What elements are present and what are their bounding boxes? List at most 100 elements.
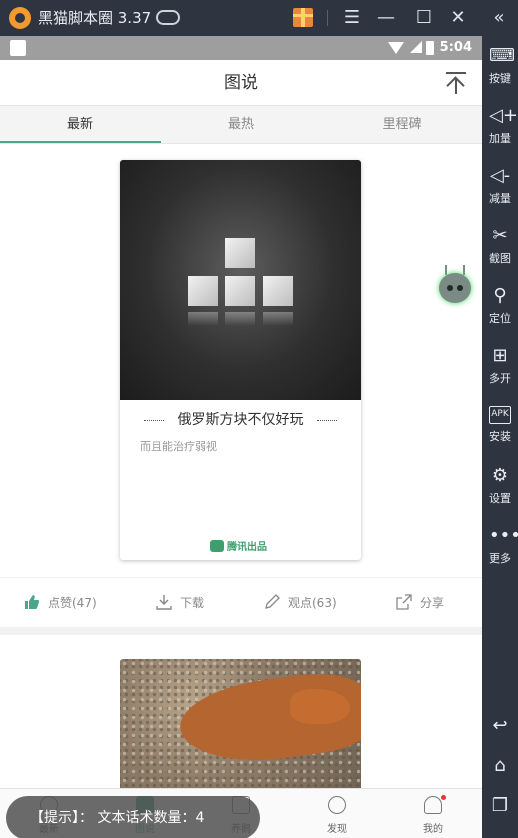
nav-recents-button[interactable]: ❐	[482, 796, 518, 820]
nav-item-mine[interactable]: 我的	[385, 794, 481, 835]
android-screen: 5:04 图说 最新 最热 里程碑 俄罗斯方块不仅好玩 而且能治疗弱视 腾讯出品…	[0, 36, 482, 838]
volume-up-icon: ◁+	[489, 105, 518, 126]
android-statusbar: 5:04	[0, 36, 482, 60]
download-button[interactable]: 下载	[156, 592, 204, 614]
menu-icon[interactable]: ☰	[340, 6, 364, 30]
sidebar-item-label: 加量	[489, 132, 511, 145]
tetris-block	[225, 238, 255, 268]
brand-label: 腾讯出品	[227, 542, 267, 553]
keyboard-icon: ⌨	[489, 45, 515, 66]
apk-install-icon: APK	[489, 406, 511, 424]
app-header: 图说	[0, 60, 482, 106]
brand-badge: 腾讯出品	[210, 540, 267, 556]
tab-milestone[interactable]: 里程碑	[322, 106, 482, 144]
recents-icon: ❐	[491, 795, 509, 816]
sidebar-item-volume-up[interactable]: ◁+ 加量	[482, 106, 518, 146]
location-pin-icon: ⚲	[493, 285, 507, 306]
notification-dot	[441, 795, 446, 800]
sidebar-item-label: 按键	[489, 72, 511, 85]
sidebar-item-label: 定位	[489, 312, 511, 325]
penguin-logo-icon	[210, 540, 224, 552]
maximize-icon[interactable]: ☐	[412, 6, 436, 30]
sidebar-item-settings[interactable]: ⚙ 设置	[482, 466, 518, 506]
wifi-icon	[388, 42, 404, 54]
sidebar-item-label: 截图	[489, 252, 511, 265]
card-actions: 点赞(47) 下载 观点(63) 分享	[0, 577, 482, 627]
nav-home-button[interactable]: ⌂	[482, 756, 518, 780]
sidebar-item-label: 安装	[489, 430, 511, 443]
more-dots-icon: •••	[489, 525, 518, 546]
tab-latest[interactable]: 最新	[0, 106, 160, 144]
lizard-head	[290, 689, 350, 724]
download-label: 下载	[180, 596, 205, 610]
nav-back-button[interactable]: ↩	[482, 716, 518, 740]
battery-icon	[426, 41, 434, 55]
post-card-image[interactable]	[120, 659, 361, 809]
status-time: 5:04	[439, 40, 472, 55]
block-reflection	[225, 312, 255, 326]
sidebar-item-multi[interactable]: ⊞ 多开	[482, 346, 518, 386]
emulator-titlebar: 黑猫脚本圈 3.37 ☰ — ☐ ✕ «	[0, 0, 518, 36]
sidebar-item-keys[interactable]: ⌨ 按键	[482, 46, 518, 86]
floating-robot-icon[interactable]	[437, 265, 473, 307]
robot-eye	[447, 285, 453, 291]
tetris-block	[225, 276, 255, 306]
close-icon[interactable]: ✕	[446, 6, 470, 30]
card-description: 而且能治疗弱视	[140, 440, 217, 453]
sidebar-item-install[interactable]: APK 安装	[482, 406, 518, 444]
scroll-to-top-icon[interactable]	[446, 70, 468, 94]
title-dots-right	[317, 420, 337, 421]
collapse-sidebar-icon[interactable]: «	[487, 6, 511, 30]
sidebar-item-more[interactable]: ••• 更多	[482, 526, 518, 566]
comment-count: 观点(63)	[288, 596, 337, 610]
gift-icon[interactable]	[293, 8, 313, 27]
notification-icon	[10, 40, 26, 56]
robot-eye	[457, 285, 463, 291]
sidebar-item-location[interactable]: ⚲ 定位	[482, 286, 518, 326]
robot-body	[439, 273, 471, 303]
robot-antenna	[445, 265, 447, 275]
user-icon	[424, 796, 442, 814]
share-label: 分享	[420, 596, 445, 610]
toast-message: 【提示】： 文本话术数量：4	[6, 796, 260, 838]
sidebar-item-label: 多开	[489, 372, 511, 385]
volume-down-icon: ◁-	[489, 165, 511, 186]
sidebar-item-label: 减量	[489, 192, 511, 205]
gamepad-icon[interactable]	[156, 10, 180, 25]
titlebar-divider	[327, 10, 328, 26]
feed: 俄罗斯方块不仅好玩 而且能治疗弱视 腾讯出品 点赞(47) 下载 观点(63) …	[0, 145, 482, 838]
tab-hottest[interactable]: 最热	[161, 106, 321, 144]
run-overlay-label: 开始运行	[210, 638, 271, 656]
card-cover-image	[120, 160, 361, 400]
sidebar-item-label: 更多	[489, 552, 511, 565]
tab-bar: 最新 最热 里程碑	[0, 106, 482, 144]
post-card[interactable]: 俄罗斯方块不仅好玩 而且能治疗弱视 腾讯出品	[120, 160, 361, 560]
sidebar-item-volume-down[interactable]: ◁- 减量	[482, 166, 518, 206]
compass-icon	[328, 796, 346, 814]
emulator-title: 黑猫脚本圈 3.37	[38, 9, 152, 27]
share-icon	[396, 594, 412, 610]
back-arrow-icon: ↩	[492, 715, 508, 736]
thumbs-up-icon	[25, 595, 40, 609]
robot-antenna	[463, 265, 465, 275]
comment-button[interactable]: 观点(63)	[264, 592, 337, 614]
block-reflection	[188, 312, 218, 326]
minimize-icon[interactable]: —	[374, 6, 398, 30]
home-icon: ⌂	[494, 755, 506, 776]
sidebar-item-label: 设置	[489, 492, 511, 505]
section-divider	[0, 627, 482, 635]
emulator-sidebar: ⌨ 按键 ◁+ 加量 ◁- 减量 ✂ 截图 ⚲ 定位 ⊞ 多开 APK 安装 ⚙…	[482, 36, 518, 838]
block-reflection	[263, 312, 293, 326]
like-button[interactable]: 点赞(47)	[24, 592, 97, 614]
download-icon	[156, 595, 172, 610]
nav-label: 发现	[327, 824, 347, 835]
sidebar-item-screenshot[interactable]: ✂ 截图	[482, 226, 518, 266]
nav-item-discover[interactable]: 发现	[289, 794, 385, 835]
tab-indicator	[0, 141, 161, 143]
app-logo-icon	[9, 7, 31, 29]
multi-window-icon: ⊞	[492, 345, 508, 366]
tetris-block	[188, 276, 218, 306]
nav-label: 我的	[423, 824, 443, 835]
share-button[interactable]: 分享	[396, 592, 444, 614]
like-count: 点赞(47)	[48, 596, 97, 610]
